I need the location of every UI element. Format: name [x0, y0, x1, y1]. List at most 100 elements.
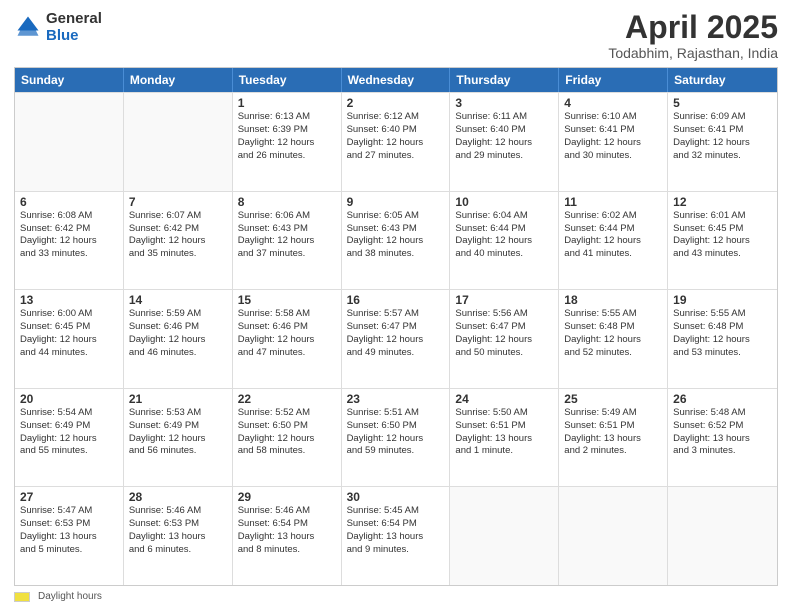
header-day-saturday: Saturday	[668, 68, 777, 92]
calendar-body: 1Sunrise: 6:13 AM Sunset: 6:39 PM Daylig…	[15, 92, 777, 585]
day-number-6: 6	[20, 195, 118, 209]
day-number-23: 23	[347, 392, 445, 406]
main-title: April 2025	[608, 10, 778, 45]
week-row-1: 6Sunrise: 6:08 AM Sunset: 6:42 PM Daylig…	[15, 191, 777, 290]
daylight-bar-icon	[14, 592, 30, 602]
logo: General Blue	[14, 10, 102, 45]
header-day-tuesday: Tuesday	[233, 68, 342, 92]
cell-info-11: Sunrise: 6:02 AM Sunset: 6:44 PM Dayligh…	[564, 210, 662, 261]
header-day-sunday: Sunday	[15, 68, 124, 92]
cell-info-25: Sunrise: 5:49 AM Sunset: 6:51 PM Dayligh…	[564, 407, 662, 458]
cell-info-3: Sunrise: 6:11 AM Sunset: 6:40 PM Dayligh…	[455, 111, 553, 162]
day-number-29: 29	[238, 490, 336, 504]
day-cell-1: 1Sunrise: 6:13 AM Sunset: 6:39 PM Daylig…	[233, 93, 342, 191]
cell-info-14: Sunrise: 5:59 AM Sunset: 6:46 PM Dayligh…	[129, 308, 227, 359]
day-cell-9: 9Sunrise: 6:05 AM Sunset: 6:43 PM Daylig…	[342, 192, 451, 290]
cell-info-22: Sunrise: 5:52 AM Sunset: 6:50 PM Dayligh…	[238, 407, 336, 458]
cell-info-30: Sunrise: 5:45 AM Sunset: 6:54 PM Dayligh…	[347, 505, 445, 556]
day-number-9: 9	[347, 195, 445, 209]
day-number-22: 22	[238, 392, 336, 406]
calendar-header: SundayMondayTuesdayWednesdayThursdayFrid…	[15, 68, 777, 92]
day-number-13: 13	[20, 293, 118, 307]
header-day-wednesday: Wednesday	[342, 68, 451, 92]
day-cell-19: 19Sunrise: 5:55 AM Sunset: 6:48 PM Dayli…	[668, 290, 777, 388]
week-row-2: 13Sunrise: 6:00 AM Sunset: 6:45 PM Dayli…	[15, 289, 777, 388]
day-cell-13: 13Sunrise: 6:00 AM Sunset: 6:45 PM Dayli…	[15, 290, 124, 388]
cell-info-21: Sunrise: 5:53 AM Sunset: 6:49 PM Dayligh…	[129, 407, 227, 458]
day-number-12: 12	[673, 195, 772, 209]
empty-cell	[124, 93, 233, 191]
day-number-21: 21	[129, 392, 227, 406]
day-cell-6: 6Sunrise: 6:08 AM Sunset: 6:42 PM Daylig…	[15, 192, 124, 290]
day-cell-5: 5Sunrise: 6:09 AM Sunset: 6:41 PM Daylig…	[668, 93, 777, 191]
cell-info-20: Sunrise: 5:54 AM Sunset: 6:49 PM Dayligh…	[20, 407, 118, 458]
day-cell-24: 24Sunrise: 5:50 AM Sunset: 6:51 PM Dayli…	[450, 389, 559, 487]
day-number-17: 17	[455, 293, 553, 307]
day-number-10: 10	[455, 195, 553, 209]
day-cell-25: 25Sunrise: 5:49 AM Sunset: 6:51 PM Dayli…	[559, 389, 668, 487]
footer-label: Daylight hours	[38, 591, 102, 602]
cell-info-1: Sunrise: 6:13 AM Sunset: 6:39 PM Dayligh…	[238, 111, 336, 162]
calendar: SundayMondayTuesdayWednesdayThursdayFrid…	[14, 67, 778, 586]
cell-info-10: Sunrise: 6:04 AM Sunset: 6:44 PM Dayligh…	[455, 210, 553, 261]
empty-cell	[450, 487, 559, 585]
day-number-26: 26	[673, 392, 772, 406]
page: General Blue April 2025 Todabhim, Rajast…	[0, 0, 792, 612]
cell-info-16: Sunrise: 5:57 AM Sunset: 6:47 PM Dayligh…	[347, 308, 445, 359]
logo-line1: General	[46, 10, 102, 27]
day-number-5: 5	[673, 96, 772, 110]
day-number-14: 14	[129, 293, 227, 307]
logo-line2: Blue	[46, 27, 102, 44]
empty-cell	[668, 487, 777, 585]
day-cell-22: 22Sunrise: 5:52 AM Sunset: 6:50 PM Dayli…	[233, 389, 342, 487]
cell-info-29: Sunrise: 5:46 AM Sunset: 6:54 PM Dayligh…	[238, 505, 336, 556]
day-number-11: 11	[564, 195, 662, 209]
day-number-4: 4	[564, 96, 662, 110]
week-row-0: 1Sunrise: 6:13 AM Sunset: 6:39 PM Daylig…	[15, 92, 777, 191]
header-day-friday: Friday	[559, 68, 668, 92]
footer: Daylight hours	[14, 591, 778, 602]
sub-title: Todabhim, Rajasthan, India	[608, 45, 778, 61]
cell-info-9: Sunrise: 6:05 AM Sunset: 6:43 PM Dayligh…	[347, 210, 445, 261]
day-cell-16: 16Sunrise: 5:57 AM Sunset: 6:47 PM Dayli…	[342, 290, 451, 388]
day-number-7: 7	[129, 195, 227, 209]
empty-cell	[559, 487, 668, 585]
day-cell-12: 12Sunrise: 6:01 AM Sunset: 6:45 PM Dayli…	[668, 192, 777, 290]
day-cell-10: 10Sunrise: 6:04 AM Sunset: 6:44 PM Dayli…	[450, 192, 559, 290]
cell-info-6: Sunrise: 6:08 AM Sunset: 6:42 PM Dayligh…	[20, 210, 118, 261]
cell-info-28: Sunrise: 5:46 AM Sunset: 6:53 PM Dayligh…	[129, 505, 227, 556]
day-cell-23: 23Sunrise: 5:51 AM Sunset: 6:50 PM Dayli…	[342, 389, 451, 487]
cell-info-15: Sunrise: 5:58 AM Sunset: 6:46 PM Dayligh…	[238, 308, 336, 359]
day-number-24: 24	[455, 392, 553, 406]
cell-info-2: Sunrise: 6:12 AM Sunset: 6:40 PM Dayligh…	[347, 111, 445, 162]
day-number-25: 25	[564, 392, 662, 406]
day-number-20: 20	[20, 392, 118, 406]
day-cell-3: 3Sunrise: 6:11 AM Sunset: 6:40 PM Daylig…	[450, 93, 559, 191]
day-cell-29: 29Sunrise: 5:46 AM Sunset: 6:54 PM Dayli…	[233, 487, 342, 585]
cell-info-26: Sunrise: 5:48 AM Sunset: 6:52 PM Dayligh…	[673, 407, 772, 458]
day-cell-15: 15Sunrise: 5:58 AM Sunset: 6:46 PM Dayli…	[233, 290, 342, 388]
day-number-2: 2	[347, 96, 445, 110]
cell-info-24: Sunrise: 5:50 AM Sunset: 6:51 PM Dayligh…	[455, 407, 553, 458]
day-cell-26: 26Sunrise: 5:48 AM Sunset: 6:52 PM Dayli…	[668, 389, 777, 487]
day-cell-18: 18Sunrise: 5:55 AM Sunset: 6:48 PM Dayli…	[559, 290, 668, 388]
header-day-monday: Monday	[124, 68, 233, 92]
day-cell-17: 17Sunrise: 5:56 AM Sunset: 6:47 PM Dayli…	[450, 290, 559, 388]
day-number-30: 30	[347, 490, 445, 504]
day-cell-4: 4Sunrise: 6:10 AM Sunset: 6:41 PM Daylig…	[559, 93, 668, 191]
day-number-15: 15	[238, 293, 336, 307]
cell-info-13: Sunrise: 6:00 AM Sunset: 6:45 PM Dayligh…	[20, 308, 118, 359]
day-cell-7: 7Sunrise: 6:07 AM Sunset: 6:42 PM Daylig…	[124, 192, 233, 290]
cell-info-5: Sunrise: 6:09 AM Sunset: 6:41 PM Dayligh…	[673, 111, 772, 162]
logo-icon	[14, 13, 42, 41]
day-number-8: 8	[238, 195, 336, 209]
day-cell-21: 21Sunrise: 5:53 AM Sunset: 6:49 PM Dayli…	[124, 389, 233, 487]
day-number-18: 18	[564, 293, 662, 307]
cell-info-19: Sunrise: 5:55 AM Sunset: 6:48 PM Dayligh…	[673, 308, 772, 359]
header: General Blue April 2025 Todabhim, Rajast…	[14, 10, 778, 61]
day-cell-14: 14Sunrise: 5:59 AM Sunset: 6:46 PM Dayli…	[124, 290, 233, 388]
cell-info-18: Sunrise: 5:55 AM Sunset: 6:48 PM Dayligh…	[564, 308, 662, 359]
day-number-3: 3	[455, 96, 553, 110]
day-cell-2: 2Sunrise: 6:12 AM Sunset: 6:40 PM Daylig…	[342, 93, 451, 191]
day-cell-20: 20Sunrise: 5:54 AM Sunset: 6:49 PM Dayli…	[15, 389, 124, 487]
